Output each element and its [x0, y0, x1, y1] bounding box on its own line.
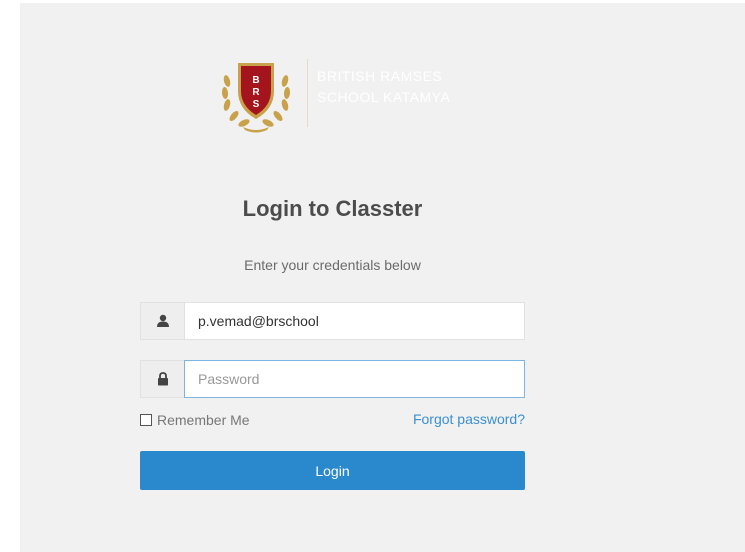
- svg-text:S: S: [253, 99, 260, 110]
- forgot-password-link[interactable]: Forgot password?: [350, 411, 525, 427]
- page-title: Login to Classter: [242, 196, 423, 221]
- remember-me-checkbox[interactable]: [140, 414, 152, 426]
- password-field-group: [140, 360, 525, 398]
- school-logo: B R S BRITISH RAMSES SCHOOL KATAMYA: [213, 53, 453, 139]
- remember-me-label: Remember Me: [157, 412, 250, 428]
- lock-icon: [157, 372, 168, 386]
- logo-divider: [307, 59, 308, 127]
- username-input[interactable]: [184, 302, 525, 340]
- svg-text:R: R: [252, 87, 260, 98]
- username-addon: [140, 302, 184, 340]
- login-button[interactable]: Login: [140, 451, 525, 490]
- username-field-group: [140, 302, 525, 340]
- school-name: BRITISH RAMSES SCHOOL KATAMYA: [317, 66, 457, 108]
- password-input[interactable]: [184, 360, 525, 398]
- remember-me[interactable]: Remember Me: [140, 412, 250, 428]
- login-panel: B R S BRITISH RAMSES SCHOOL KATAMYA Logi…: [20, 3, 745, 552]
- user-icon: [156, 314, 169, 327]
- svg-text:B: B: [252, 75, 259, 86]
- school-name-line2: SCHOOL KATAMYA: [317, 89, 451, 105]
- password-addon: [140, 360, 184, 398]
- school-name-line1: BRITISH RAMSES: [317, 68, 443, 84]
- page-subtitle: Enter your credentials below: [244, 257, 421, 273]
- school-crest-icon: B R S: [221, 63, 291, 133]
